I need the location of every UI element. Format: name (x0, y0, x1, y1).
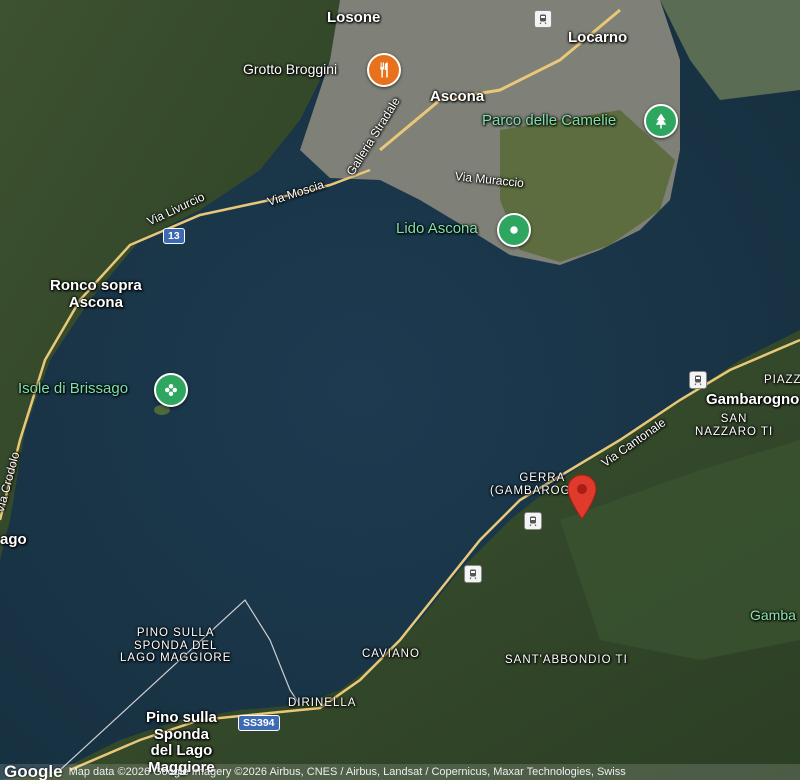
route-13-shield: 13 (163, 228, 185, 244)
place-piazzogna: PIAZZ (764, 374, 800, 386)
route-ss394-shield: SS394 (238, 715, 280, 731)
poi-parco-camelie-pin[interactable] (644, 104, 678, 138)
map-attribution: Google Map data ©2026 Google Imagery ©202… (0, 764, 800, 780)
place-losone: Losone (327, 9, 381, 26)
attribution-text[interactable]: Map data ©2026 Google Imagery ©2026 Airb… (69, 766, 626, 778)
poi-parco-camelie-label[interactable]: Parco delle Camelie (482, 112, 616, 130)
place-edge-gamba: Gamba (750, 607, 796, 623)
place-pino-line1: Pino sulla (146, 709, 217, 726)
train-icon (539, 14, 547, 25)
train-icon (469, 569, 477, 580)
poi-grotto-broggini-pin[interactable] (367, 53, 401, 87)
train-icon (529, 516, 537, 527)
flower-icon (165, 384, 177, 396)
train-station-gerra[interactable] (524, 512, 542, 530)
place-san-nazzaro-line2: NAZZARO TI (695, 425, 774, 438)
poi-lido-ascona-pin[interactable] (497, 213, 531, 247)
google-logo: Google (4, 764, 63, 780)
place-san-nazzaro-line1: SAN (720, 413, 748, 425)
satellite-map[interactable]: Losone Locarno Ascona Ronco sopra Ascona… (0, 0, 800, 780)
place-caviano: CAVIANO (362, 648, 420, 660)
fork-knife-icon (380, 62, 388, 78)
place-sant-abbondio: SANT'ABBONDIO TI (505, 654, 628, 666)
place-pino-line3: del Lago (150, 742, 213, 759)
place-pino-line2: Sponda (153, 725, 209, 743)
place-san-nazzaro: SAN NAZZARO TI (695, 413, 773, 438)
place-pino-region-line1: PINO SULLA (136, 627, 215, 639)
poi-isole-brissago-label[interactable]: Isole di Brissago (18, 380, 128, 398)
poi-isole-brissago-pin[interactable] (154, 373, 188, 407)
tree-icon (655, 113, 667, 129)
place-ronco: Ronco sopra Ascona (50, 277, 142, 311)
poi-lido-ascona-label[interactable]: Lido Ascona (396, 220, 478, 238)
pin-dot-icon (510, 226, 518, 234)
place-ronco-line1: Ronco sopra (50, 277, 142, 294)
place-ronco-line2: Ascona (68, 293, 123, 311)
poi-grotto-broggini-label[interactable]: Grotto Broggini (243, 61, 337, 77)
train-station-ranzo[interactable] (464, 565, 482, 583)
place-dirinella: DIRINELLA (288, 697, 357, 709)
place-pino-region: PINO SULLA SPONDA DEL LAGO MAGGIORE (120, 627, 231, 665)
place-locarno: Locarno (568, 29, 628, 46)
place-pino-region-line2: SPONDA DEL (133, 639, 218, 652)
train-station-san-nazzaro[interactable] (689, 371, 707, 389)
place-ascona: Ascona (430, 88, 485, 105)
place-edge-ago: ago (0, 531, 27, 548)
train-station-locarno[interactable] (534, 10, 552, 28)
red-map-pin-icon[interactable] (566, 474, 598, 520)
place-pino-region-line3: LAGO MAGGIORE (120, 652, 232, 665)
place-gambarogno: Gambarogno (706, 391, 800, 408)
train-icon (694, 375, 702, 386)
